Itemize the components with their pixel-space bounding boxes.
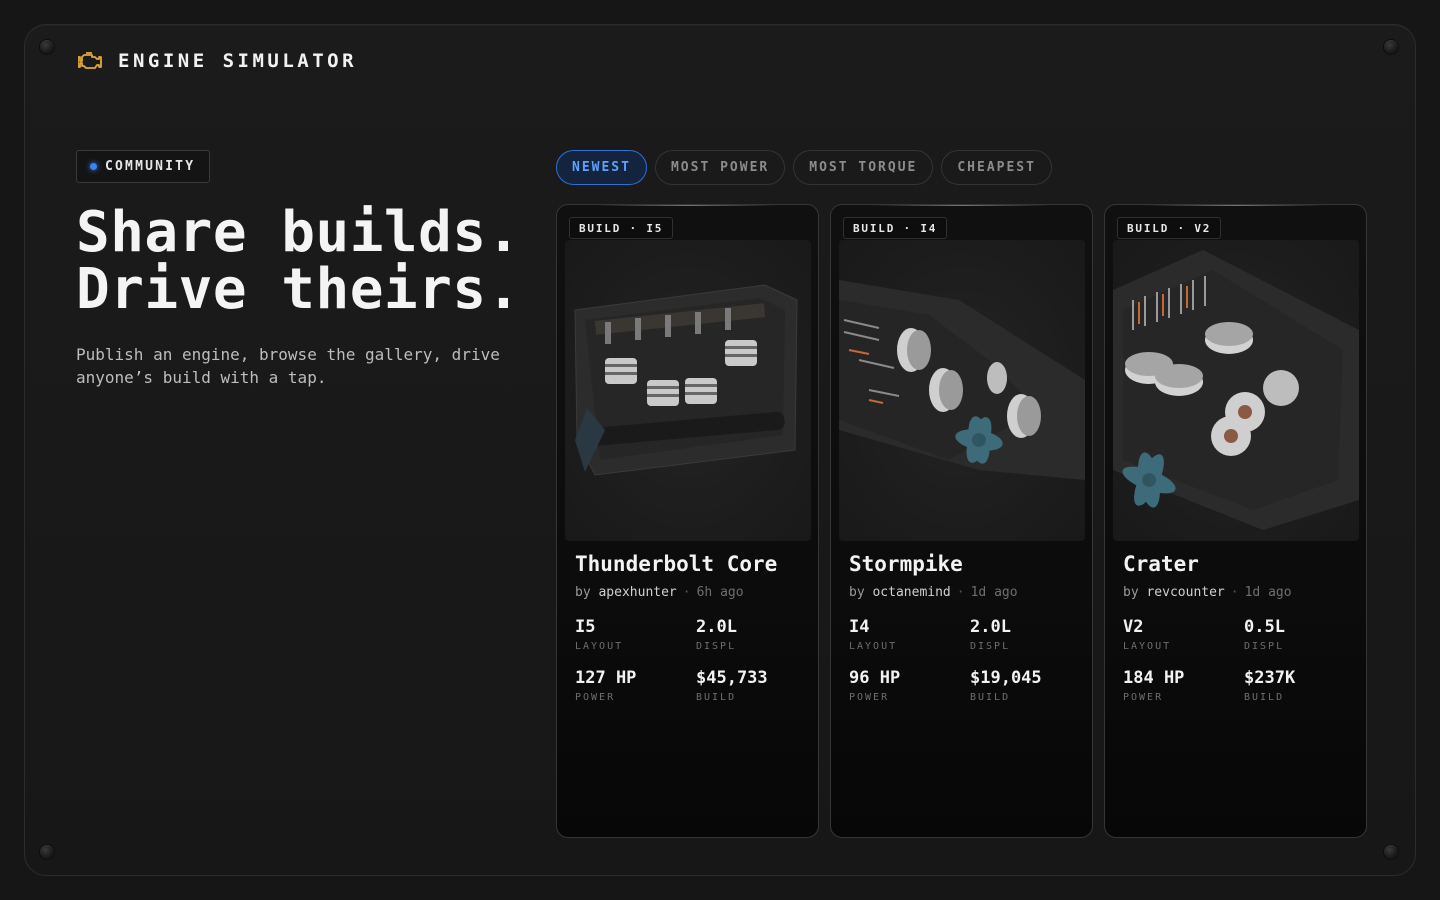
- build-card-crater[interactable]: BUILD · V2 Crater by revcounter · 1d ago…: [1104, 204, 1367, 838]
- build-card-stormpike[interactable]: BUILD · I4 Stormpike by octanemind · 1d …: [830, 204, 1093, 838]
- timestamp: 1d ago: [970, 585, 1018, 600]
- meta-separator: ·: [1230, 585, 1239, 600]
- stat-displacement: 0.5L DISPL: [1244, 617, 1353, 652]
- stat-value: 127 HP: [575, 668, 637, 688]
- hero-subtext: Publish an engine, browse the gallery, d…: [76, 345, 500, 387]
- stat-power: 127 HP POWER: [575, 668, 696, 703]
- build-stats: I5 LAYOUT 2.0L DISPL 127 HP POWER $45,733 BU…: [575, 617, 805, 703]
- build-name: Thunderbolt Core: [575, 552, 778, 576]
- by-label: by: [1123, 585, 1139, 600]
- stat-build-cost: $19,045 BUILD: [970, 668, 1079, 703]
- stat-label: LAYOUT: [1123, 641, 1172, 652]
- community-badge: COMMUNITY: [76, 150, 211, 183]
- check-engine-icon: [78, 51, 104, 71]
- stat-layout: I5 LAYOUT: [575, 617, 696, 652]
- app-title: ENGINE SIMULATOR: [118, 50, 358, 72]
- app-header: ENGINE SIMULATOR: [78, 50, 357, 72]
- headline-line-2: Drive theirs.: [76, 257, 521, 322]
- stat-value: 0.5L: [1244, 617, 1285, 637]
- stat-label: BUILD: [970, 692, 1011, 703]
- build-meta: by octanemind · 1d ago: [849, 585, 1018, 600]
- badge-label: COMMUNITY: [105, 159, 196, 174]
- timestamp: 1d ago: [1244, 585, 1292, 600]
- engine-render-image: [839, 240, 1085, 541]
- tab-most-power[interactable]: MOST POWER: [654, 150, 786, 185]
- tab-cheapest[interactable]: CHEAPEST: [941, 150, 1052, 185]
- stat-build-cost: $45,733 BUILD: [696, 668, 805, 703]
- screw-top-left: [40, 40, 54, 54]
- stat-value: $45,733: [696, 668, 768, 688]
- author-link[interactable]: revcounter: [1146, 585, 1224, 600]
- hero-headline: Share builds. Drive theirs.: [76, 204, 521, 318]
- stat-value: V2: [1123, 617, 1144, 637]
- stat-label: LAYOUT: [849, 641, 898, 652]
- sort-tabs: NEWEST MOST POWER MOST TORQUE CHEAPEST: [556, 150, 1052, 185]
- stat-label: POWER: [1123, 692, 1164, 703]
- build-stats: I4 LAYOUT 2.0L DISPL 96 HP POWER $19,045 BUI…: [849, 617, 1079, 703]
- stat-displacement: 2.0L DISPL: [970, 617, 1079, 652]
- build-meta: by apexhunter · 6h ago: [575, 585, 744, 600]
- engine-render-image: [565, 240, 811, 541]
- timestamp: 6h ago: [696, 585, 744, 600]
- engine-render-image: [1113, 240, 1359, 541]
- stat-value: 2.0L: [696, 617, 737, 637]
- tab-most-torque[interactable]: MOST TORQUE: [793, 150, 934, 185]
- build-card-thunderbolt-core[interactable]: BUILD · I5 Thunderbolt Core by apexhunte…: [556, 204, 819, 838]
- build-tag: BUILD · V2: [1117, 217, 1222, 239]
- headline-line-1: Share builds.: [76, 200, 521, 265]
- stat-label: BUILD: [1244, 692, 1285, 703]
- meta-separator: ·: [956, 585, 965, 600]
- stat-label: POWER: [575, 692, 616, 703]
- by-label: by: [849, 585, 865, 600]
- stat-value: $19,045: [970, 668, 1042, 688]
- stat-power: 96 HP POWER: [849, 668, 970, 703]
- stat-power: 184 HP POWER: [1123, 668, 1244, 703]
- stat-label: POWER: [849, 692, 890, 703]
- stat-label: DISPL: [696, 641, 737, 652]
- stat-label: DISPL: [1244, 641, 1285, 652]
- stat-value: 2.0L: [970, 617, 1011, 637]
- meta-separator: ·: [682, 585, 691, 600]
- by-label: by: [575, 585, 591, 600]
- stat-value: 184 HP: [1123, 668, 1185, 688]
- stat-layout: V2 LAYOUT: [1123, 617, 1244, 652]
- stat-value: I5: [575, 617, 596, 637]
- stat-label: DISPL: [970, 641, 1011, 652]
- screw-bottom-left: [40, 845, 54, 859]
- stat-build-cost: $237K BUILD: [1244, 668, 1353, 703]
- stat-layout: I4 LAYOUT: [849, 617, 970, 652]
- stat-value: I4: [849, 617, 870, 637]
- stat-label: BUILD: [696, 692, 737, 703]
- author-link[interactable]: apexhunter: [598, 585, 676, 600]
- stat-label: LAYOUT: [575, 641, 624, 652]
- build-name: Stormpike: [849, 552, 963, 576]
- build-gallery: BUILD · I5 Thunderbolt Core by apexhunte…: [556, 204, 1367, 838]
- author-link[interactable]: octanemind: [872, 585, 950, 600]
- build-meta: by revcounter · 1d ago: [1123, 585, 1292, 600]
- stat-displacement: 2.0L DISPL: [696, 617, 805, 652]
- build-tag: BUILD · I5: [569, 217, 674, 239]
- screw-bottom-right: [1384, 845, 1398, 859]
- build-stats: V2 LAYOUT 0.5L DISPL 184 HP POWER $237K BUIL…: [1123, 617, 1353, 703]
- screw-top-right: [1384, 40, 1398, 54]
- stat-value: 96 HP: [849, 668, 901, 688]
- stat-value: $237K: [1244, 668, 1296, 688]
- tab-newest[interactable]: NEWEST: [556, 150, 647, 185]
- build-tag: BUILD · I4: [843, 217, 948, 239]
- build-name: Crater: [1123, 552, 1199, 576]
- status-dot: [90, 163, 97, 170]
